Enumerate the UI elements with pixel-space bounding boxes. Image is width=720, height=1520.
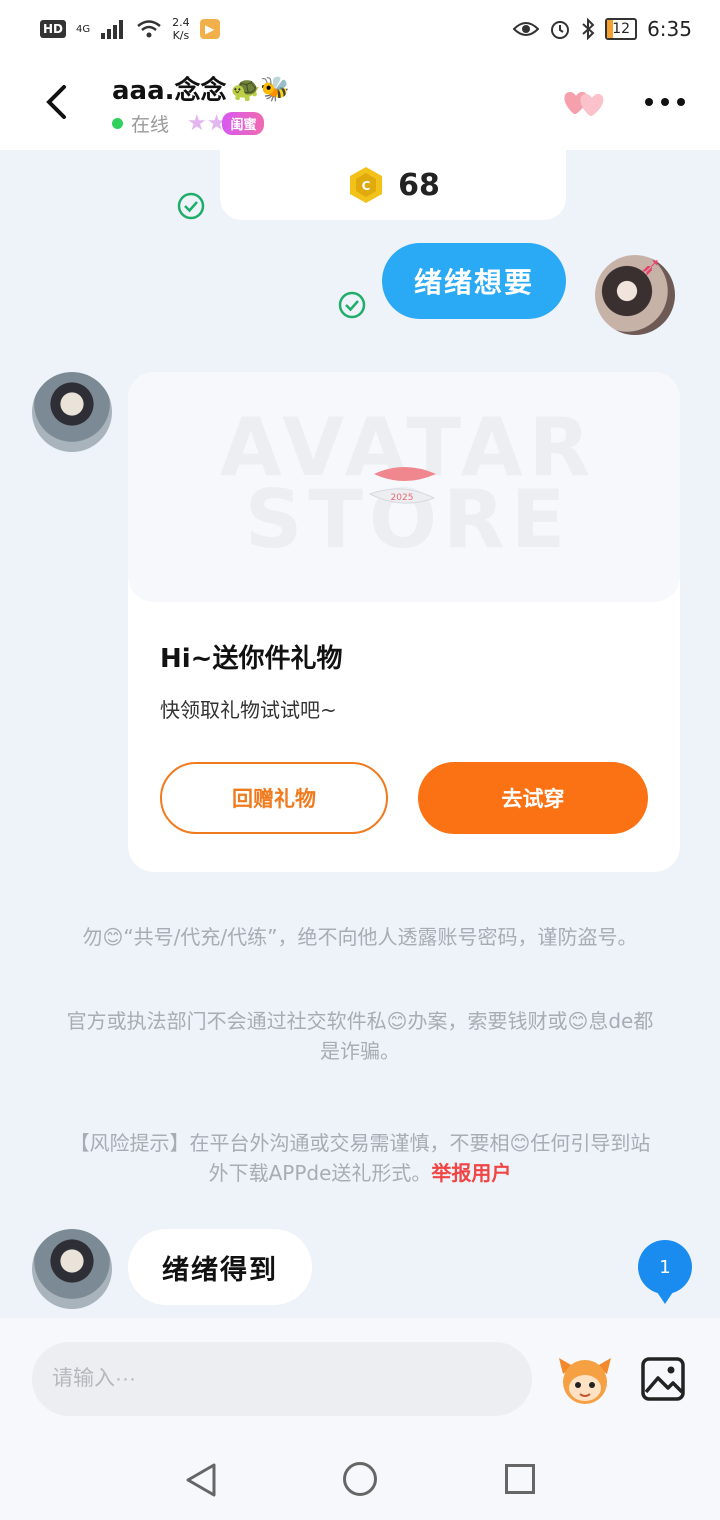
stars-icon: ★★ — [187, 111, 227, 136]
intimacy-button[interactable] — [560, 84, 610, 120]
system-nav-bar — [0, 1438, 720, 1520]
alarm-icon — [551, 21, 570, 39]
security-notice-1: 勿😊“共号/代充/代练”，绝不向他人透露账号密码，谨防盗号。 — [82, 925, 638, 949]
security-notice-2: 官方或执法部门不会通过社交软件私😊办案，索要钱财或😊息de都是诈骗。 — [66, 1009, 654, 1063]
clock: 6:35 — [647, 17, 692, 41]
online-status-row: 在线 ★★ 闺蜜 — [112, 110, 265, 137]
network-type: 4G — [76, 23, 91, 35]
unread-count-badge[interactable]: 1 — [638, 1240, 692, 1304]
image-icon[interactable] — [640, 1356, 686, 1402]
coin-message-card[interactable]: C 68 — [220, 150, 566, 220]
return-gift-button[interactable]: 回赠礼物 — [160, 762, 388, 834]
risk-notice: 【风险提示】在平台外沟通或交易需谨慎，不要相😊任何引导到站外下载APPde送礼形… — [60, 1128, 660, 1188]
message-input-bar — [0, 1318, 720, 1438]
coin-icon: C — [350, 167, 383, 203]
report-user-link[interactable]: 举报用户 — [431, 1161, 511, 1185]
gift-title: Hi~送你件礼物 — [160, 644, 343, 674]
back-arrow-icon — [46, 85, 66, 119]
contact-avatar[interactable] — [32, 1229, 112, 1309]
check-circle-icon — [177, 192, 205, 220]
contact-name[interactable]: aaa.念念 🐢🐝 — [112, 70, 290, 107]
my-message-bubble[interactable]: 绪绪想要 — [382, 243, 566, 319]
nav-recent-apps-icon[interactable] — [505, 1464, 535, 1494]
gift-subtitle: 快领取礼物试试吧~ — [160, 698, 337, 722]
hd-badge: HD — [40, 20, 67, 38]
nail-gift-image: 2025 — [368, 467, 436, 504]
app-notification-icon: ▶ — [199, 19, 220, 39]
more-dots-icon — [645, 98, 653, 106]
nav-back-icon[interactable] — [184, 1462, 218, 1498]
cupid-bow-icon: ➶ — [640, 252, 662, 282]
contact-name-text: aaa.念念 — [112, 76, 227, 106]
gift-preview[interactable]: AVATAR STORE 2025 — [128, 372, 680, 602]
battery-indicator: 12 — [605, 18, 638, 40]
svg-text:2025: 2025 — [391, 493, 414, 503]
svg-text:C: C — [362, 179, 371, 193]
eye-icon — [513, 22, 540, 36]
more-options-button[interactable] — [640, 82, 690, 122]
risk-notice-text: 【风险提示】在平台外沟通或交易需谨慎，不要相😊任何引导到站外下载APPde送礼形… — [69, 1131, 651, 1185]
check-circle-icon — [338, 291, 366, 319]
emoji-mascot-icon[interactable] — [555, 1352, 615, 1408]
online-status: 在线 — [131, 114, 170, 136]
relation-badge[interactable]: ★★ 闺蜜 — [187, 111, 265, 136]
my-avatar[interactable] — [595, 255, 675, 335]
coin-value: 68 — [398, 167, 440, 203]
wifi-icon — [137, 20, 161, 38]
try-on-button[interactable]: 去试穿 — [418, 762, 648, 834]
signal-icon — [101, 20, 124, 39]
status-bar: HD 4G 2.4 K/s ▶ 12 6:35 — [0, 0, 720, 58]
gift-message-card: AVATAR STORE 2025 Hi~送你件礼物 快领取礼物试试吧~ 回赠礼… — [128, 372, 680, 872]
bluetooth-icon — [582, 18, 595, 40]
relation-badge-label: 闺蜜 — [222, 112, 265, 135]
online-dot-icon — [112, 118, 123, 129]
double-heart-icon — [564, 92, 604, 116]
contact-avatar[interactable] — [32, 372, 112, 452]
nav-home-icon[interactable] — [343, 1462, 377, 1496]
back-button[interactable] — [32, 78, 80, 126]
chat-header: aaa.念念 🐢🐝 在线 ★★ 闺蜜 — [0, 58, 720, 150]
name-emoji: 🐢🐝 — [230, 74, 291, 103]
network-speed: 2.4 K/s — [172, 16, 190, 42]
message-input[interactable] — [32, 1342, 532, 1416]
contact-message-bubble[interactable]: 绪绪得到 — [128, 1229, 312, 1305]
